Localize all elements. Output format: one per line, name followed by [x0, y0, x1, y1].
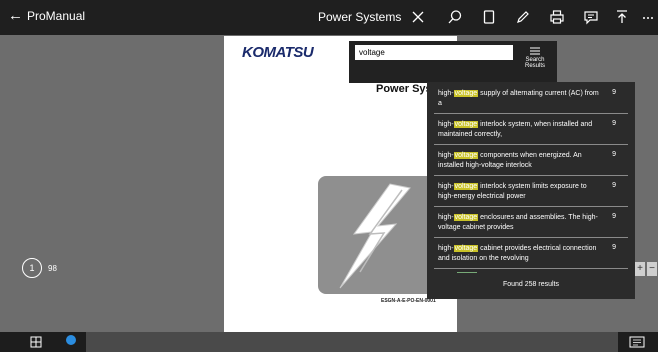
search-results-button[interactable]: Search Results: [515, 45, 555, 81]
search-result-item[interactable]: high-voltage interlock system, when inst…: [434, 117, 628, 145]
upload-icon[interactable]: [612, 7, 632, 27]
document-title: Power Systems: [318, 10, 402, 24]
back-arrow-icon: ←: [8, 7, 23, 24]
comment-icon[interactable]: [581, 7, 601, 27]
result-page-number: 9: [612, 89, 616, 96]
notifications-icon[interactable]: [622, 335, 652, 349]
taskbar: [0, 332, 658, 352]
page-indicator[interactable]: 1 98: [22, 258, 57, 278]
search-result-item[interactable]: high-voltage interlock system limits exp…: [434, 179, 628, 207]
zoom-in-button[interactable]: +: [635, 262, 645, 276]
close-icon[interactable]: [408, 7, 428, 27]
result-page-number: 9: [612, 182, 616, 189]
more-icon[interactable]: [640, 7, 656, 27]
bookmark-icon[interactable]: [479, 7, 499, 27]
start-icon[interactable]: [28, 334, 44, 350]
pen-icon[interactable]: [513, 7, 533, 27]
print-icon[interactable]: [547, 7, 567, 27]
search-result-item[interactable]: high-voltage enclosures and assemblies. …: [434, 210, 628, 238]
search-results-label-2: Results: [524, 63, 545, 69]
search-result-item[interactable]: high-voltage supply of alternating curre…: [434, 86, 628, 114]
match-highlight: voltage: [453, 121, 479, 128]
match-highlight: voltage: [453, 183, 479, 190]
list-icon: [530, 47, 540, 55]
search-panel: Search Results: [349, 41, 557, 83]
search-result-item[interactable]: high-voltage cabinet provides electrical…: [434, 241, 628, 269]
taskbar-app-area: [86, 332, 618, 352]
app-name: ProManual: [27, 9, 86, 23]
total-pages: 98: [48, 263, 57, 273]
search-result-item[interactable]: high-voltage components when energized. …: [434, 148, 628, 176]
search-results-list: high-voltage supply of alternating curre…: [427, 82, 635, 299]
match-highlight: voltage: [453, 214, 479, 221]
results-count-footer: Found 258 results: [502, 281, 560, 288]
search-input[interactable]: [355, 45, 513, 60]
result-page-number: 9: [612, 244, 616, 251]
match-highlight: voltage: [453, 90, 479, 97]
list-scroll-indicator: [457, 272, 477, 273]
search-icon[interactable]: [445, 7, 465, 27]
result-page-number: 9: [612, 213, 616, 220]
back-button[interactable]: ← ProManual: [8, 7, 86, 24]
zoom-out-button[interactable]: −: [647, 262, 657, 276]
current-page-circle: 1: [22, 258, 42, 278]
result-page-number: 9: [612, 151, 616, 158]
match-highlight: voltage: [453, 152, 479, 159]
result-page-number: 9: [612, 120, 616, 127]
komatsu-logo: KOMATSU: [242, 44, 314, 61]
match-highlight: voltage: [453, 245, 479, 252]
app-icon[interactable]: [66, 335, 76, 345]
top-bar: ← ProManual Power Systems: [0, 0, 658, 35]
